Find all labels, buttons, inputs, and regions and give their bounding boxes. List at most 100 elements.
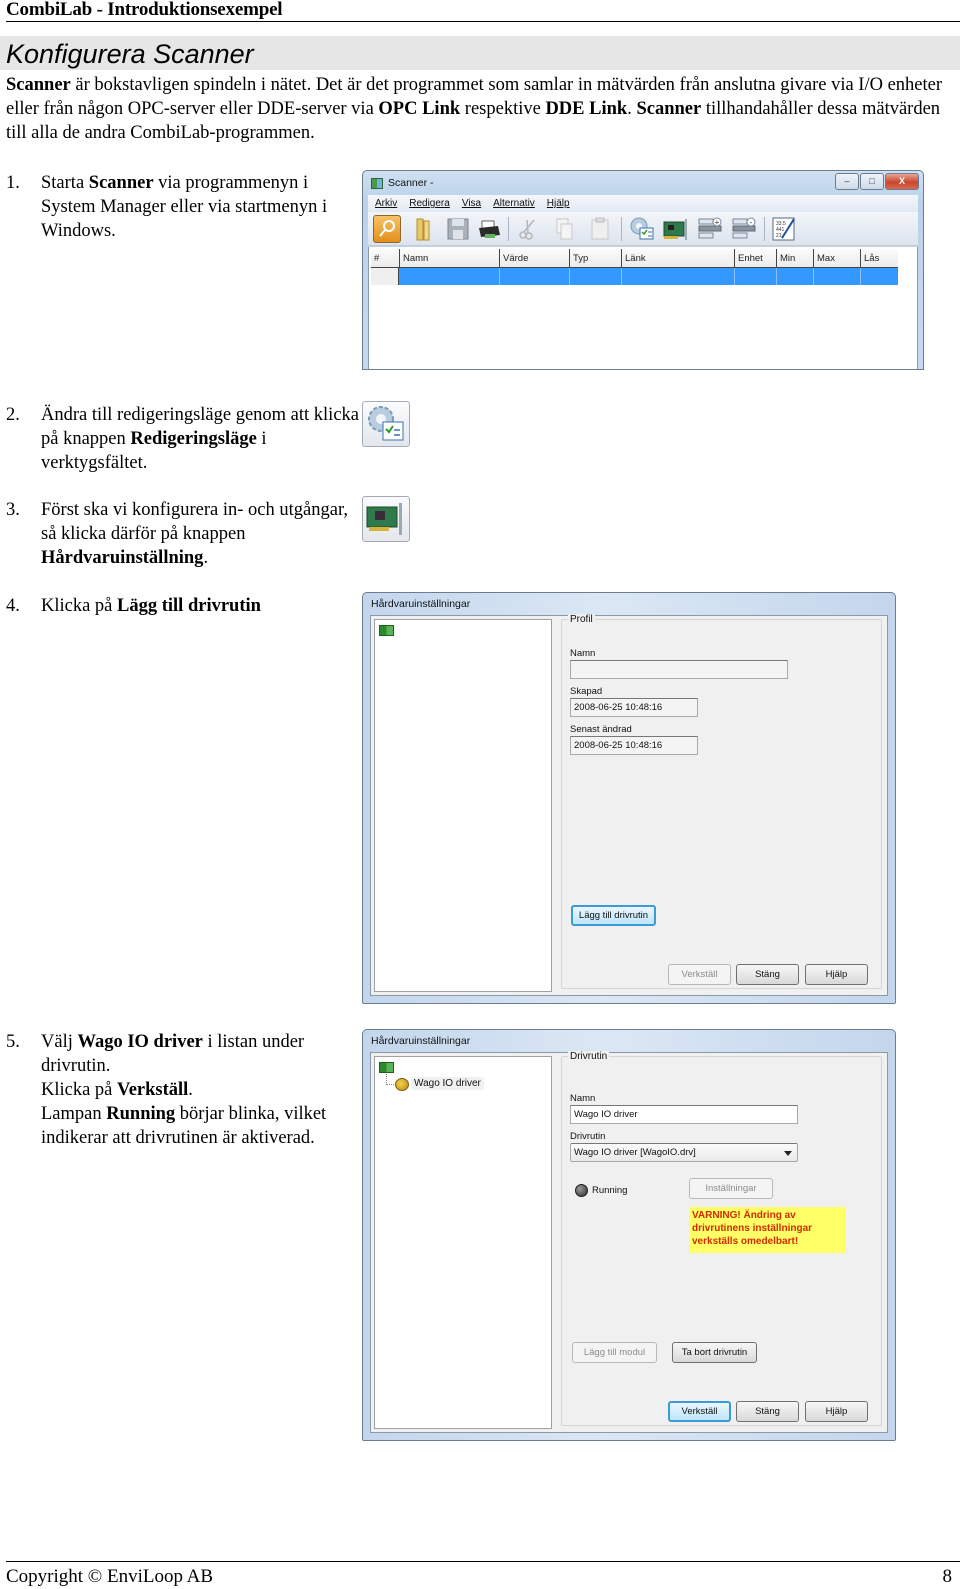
driver-group: Drivrutin Namn Wago IO driver Drivrutin … — [561, 1051, 882, 1426]
driver-gear-icon — [395, 1078, 409, 1091]
paste-icon[interactable] — [586, 215, 614, 243]
column-header[interactable]: Max — [813, 249, 860, 268]
step-number: 5. — [6, 1032, 20, 1052]
dialog-body: Profil Namn Skapad 2008-06-25 10:48:16 S… — [370, 614, 888, 996]
column-header[interactable]: # — [371, 249, 399, 268]
name-label: Namn — [570, 1093, 596, 1104]
bold-term: Scanner — [6, 75, 71, 95]
copy-icon[interactable] — [550, 215, 578, 243]
remove-driver-button[interactable]: Ta bort drivrutin — [672, 1342, 757, 1363]
apply-button[interactable]: Verkställ — [668, 1401, 731, 1422]
add-row-icon[interactable]: + — [696, 215, 724, 243]
tag-grid: # Namn Värde Typ Länk Enhet Min Max Lås … — [368, 247, 918, 369]
page-number: 8 — [942, 1566, 953, 1587]
remove-row-icon[interactable]: - — [730, 215, 758, 243]
print-icon[interactable] — [476, 215, 504, 243]
cut-icon[interactable] — [514, 215, 542, 243]
document-title: CombiLab - Introduktionsexempel — [6, 0, 283, 20]
edit-mode-icon — [368, 406, 404, 441]
close-dialog-button[interactable]: Stäng — [736, 964, 799, 985]
settings-button[interactable]: Inställningar — [689, 1178, 773, 1199]
step-text: Starta Scanner via programmenyn i System… — [41, 173, 328, 241]
add-module-button[interactable]: Lägg till modul — [572, 1342, 657, 1363]
modified-label: Senast ändrad — [570, 724, 632, 735]
svg-text:+: + — [715, 218, 720, 227]
edit-mode-button-image — [362, 401, 410, 447]
hardware-icon — [366, 503, 402, 535]
menu-arkiv[interactable]: Arkiv — [375, 195, 397, 212]
name-label: Namn — [570, 648, 596, 659]
warning-message: VARNING! Ändring av drivrutinens inställ… — [689, 1207, 846, 1253]
section-heading-band: Konfigurera Scanner — [0, 36, 960, 70]
menu-bar: Arkiv Redigera Visa Alternativ Hjälp — [368, 195, 918, 212]
dialog-title: Hårdvaruinställningar — [371, 598, 471, 610]
column-header[interactable]: Värde — [499, 249, 569, 268]
grid-header: # Namn Värde Typ Länk Enhet Min Max Lås … — [371, 249, 898, 283]
step-number: 4. — [6, 596, 20, 616]
hardware-button-image — [362, 496, 410, 542]
step-number: 3. — [6, 500, 20, 520]
help-button[interactable]: Hjälp — [805, 964, 868, 985]
column-header[interactable]: Enhet — [734, 249, 776, 268]
menu-visa[interactable]: Visa — [462, 195, 481, 212]
section-title: Konfigurera Scanner — [6, 39, 254, 69]
tree-item-wago-driver[interactable]: Wago IO driver — [411, 1077, 484, 1090]
table-row[interactable] — [371, 268, 898, 285]
minimize-button[interactable]: – — [835, 173, 859, 190]
close-button[interactable]: X — [885, 173, 919, 190]
column-header[interactable]: Länk — [621, 249, 734, 268]
window-title: Scanner - — [388, 177, 434, 189]
help-button[interactable]: Hjälp — [805, 1401, 868, 1422]
hardware-settings-dialog-profile: Hårdvaruinställningar Profil Namn Skapad… — [362, 592, 896, 1004]
toolbar-separator — [621, 217, 622, 241]
menu-redigera[interactable]: Redigera — [409, 195, 450, 212]
step-number: 1. — [6, 173, 20, 193]
column-header[interactable]: Min — [776, 249, 813, 268]
column-header[interactable]: Lås värde — [860, 249, 898, 283]
page-header: CombiLab - Introduktionsexempel — [6, 0, 960, 22]
folder-open-icon[interactable] — [410, 215, 438, 243]
profile-root-icon[interactable] — [379, 1062, 394, 1073]
apply-button[interactable]: Verkställ — [668, 964, 731, 985]
driver-select-value: Wago IO driver [WagoIO.drv] — [574, 1147, 696, 1158]
profile-root-icon[interactable] — [379, 625, 394, 636]
close-dialog-button[interactable]: Stäng — [736, 1401, 799, 1422]
calculator-icon[interactable]: 33.5 441 21 — [770, 215, 798, 243]
row-header[interactable] — [371, 268, 399, 285]
name-field[interactable] — [570, 660, 788, 679]
hardware-settings-dialog-driver: Hårdvaruinställningar Wago IO driver Dri… — [362, 1029, 896, 1441]
svg-text:-: - — [750, 218, 753, 227]
created-field: 2008-06-25 10:48:16 — [570, 698, 698, 717]
save-icon[interactable] — [444, 215, 472, 243]
bold-term: OPC Link — [378, 99, 461, 119]
menu-hjalp[interactable]: Hjälp — [547, 195, 570, 212]
maximize-button[interactable]: □ — [860, 173, 884, 190]
hardware-tree[interactable] — [374, 619, 552, 992]
intro-paragraph: Scanner är bokstavligen spindeln i nätet… — [6, 73, 956, 145]
menu-alternativ[interactable]: Alternativ — [493, 195, 535, 212]
step-text: Först ska vi konfigurera in- och utgånga… — [41, 500, 349, 568]
key-icon[interactable] — [373, 215, 401, 243]
edit-mode-icon[interactable] — [628, 215, 656, 243]
group-label: Drivrutin — [568, 1051, 610, 1062]
running-label: Running — [592, 1185, 628, 1196]
created-label: Skapad — [570, 686, 603, 697]
toolbar-separator — [508, 217, 509, 241]
selected-row-cells[interactable] — [399, 268, 898, 285]
column-header[interactable]: Namn — [399, 249, 499, 268]
running-led-icon — [575, 1184, 588, 1197]
step-text: Välj Wago IO driver i listan under drivr… — [41, 1032, 327, 1148]
hardware-tree[interactable]: Wago IO driver — [374, 1056, 552, 1429]
modified-field: 2008-06-25 10:48:16 — [570, 736, 698, 755]
add-driver-button[interactable]: Lägg till drivrutin — [571, 905, 656, 926]
profile-group: Profil Namn Skapad 2008-06-25 10:48:16 S… — [561, 614, 882, 989]
svg-text:21: 21 — [776, 233, 782, 239]
column-header[interactable]: Typ — [569, 249, 621, 268]
hardware-icon[interactable] — [662, 215, 690, 243]
name-field[interactable]: Wago IO driver — [570, 1105, 798, 1124]
page-footer: Copyright © EnviLoop AB 8 — [6, 1561, 960, 1587]
driver-select[interactable]: Wago IO driver [WagoIO.drv] — [570, 1143, 798, 1162]
group-label: Profil — [568, 614, 595, 625]
toolbar: + - 33.5 441 21 — [368, 212, 918, 246]
step-number: 2. — [6, 405, 20, 425]
